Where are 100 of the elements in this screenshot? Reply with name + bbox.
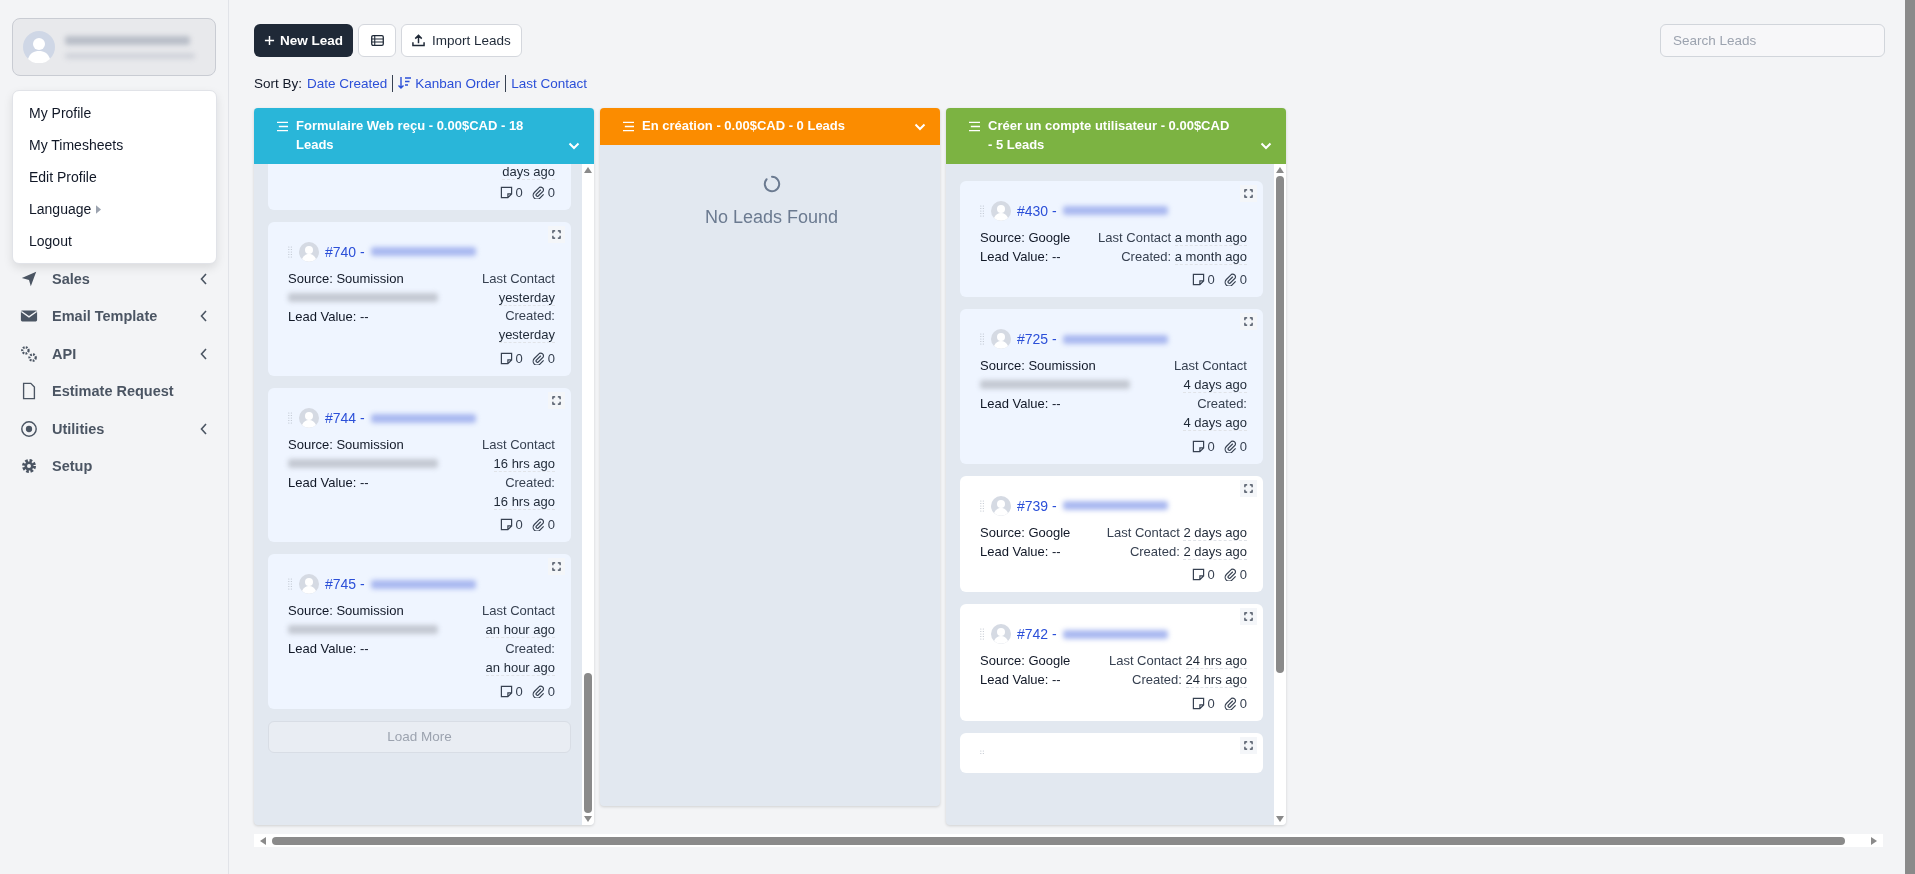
- created-time: 24 hrs ago: [1185, 672, 1247, 689]
- last-contact-time: 24 hrs ago: [1185, 653, 1247, 670]
- chevron-down-icon: [914, 122, 926, 131]
- profile-card[interactable]: [12, 18, 216, 76]
- expand-icon[interactable]: [1240, 608, 1257, 626]
- menu-item[interactable]: Edit Profile: [29, 169, 97, 185]
- plus-icon: [264, 35, 275, 46]
- paper-plane-icon: [20, 269, 38, 288]
- drag-handle-icon[interactable]: [980, 498, 985, 513]
- sidebar-item[interactable]: Email Template: [12, 297, 216, 335]
- new-lead-button[interactable]: New Lead: [254, 24, 354, 57]
- attachments-count: 0: [547, 517, 555, 533]
- lead-source: Source: Soumission: [288, 602, 405, 621]
- last-contact-label: Last Contact: [1106, 524, 1180, 540]
- vertical-scrollbar[interactable]: [582, 163, 594, 825]
- scroll-down-arrow-icon[interactable]: [1276, 816, 1284, 822]
- page-scrollbar[interactable]: [1905, 0, 1915, 874]
- expand-icon[interactable]: [1240, 737, 1257, 755]
- menu-item[interactable]: Language: [29, 201, 102, 217]
- loading-spinner-icon: [762, 174, 781, 193]
- drag-handle-icon[interactable]: [288, 411, 293, 426]
- sidebar-item[interactable]: API: [12, 335, 216, 373]
- note-icon: [1191, 273, 1205, 287]
- caret-icon: [96, 205, 102, 214]
- lead-card[interactable]: #430 - Source: Google Lead Value: -- Last Contact a month ago Created: a month ago 0 0: [960, 180, 1263, 298]
- lead-link[interactable]: #430 -: [1017, 202, 1057, 219]
- lead-link[interactable]: #744 -: [325, 410, 365, 427]
- drag-handle-icon[interactable]: [288, 244, 293, 259]
- created-label: Created:: [505, 474, 555, 490]
- search-field[interactable]: Search Leads: [1660, 24, 1885, 57]
- notes-count: 0: [1207, 272, 1215, 288]
- last-contact-time: 2 days ago: [1183, 524, 1247, 541]
- scroll-right-arrow-icon[interactable]: [1871, 836, 1877, 845]
- notes-count: 0: [515, 683, 523, 699]
- notes-count: 0: [1207, 696, 1215, 712]
- created-time: 16 hrs ago: [493, 493, 555, 510]
- note-icon: [1191, 439, 1205, 453]
- created-time: yesterday: [498, 327, 555, 344]
- lead-card[interactable]: #745 - Source: Soumission Lead Value: -- Last Contact an hour ago Created: an hour ago 0 0: [268, 554, 571, 709]
- list-view-button[interactable]: [358, 24, 397, 57]
- scroll-up-arrow-icon[interactable]: [1276, 166, 1284, 173]
- lead-link[interactable]: #739 -: [1017, 497, 1057, 514]
- note-icon: [499, 185, 513, 199]
- attachments-count: 0: [1239, 438, 1247, 454]
- lead-card[interactable]: #739 - Source: Google Lead Value: -- Last Contact 2 days ago Created: 2 days ago 0 0: [960, 475, 1263, 593]
- drag-handle-icon[interactable]: [980, 332, 985, 347]
- sidebar-item[interactable]: Sales: [12, 260, 216, 298]
- lead-source: Source: Soumission: [288, 436, 405, 455]
- menu-item[interactable]: My Profile: [29, 105, 92, 121]
- lead-card[interactable]: #725 - Source: Soumission Lead Value: -- Last Contact 4 days ago Created: 4 days ago 0 0: [960, 309, 1263, 464]
- lead-link[interactable]: #740 -: [325, 243, 365, 260]
- sidebar-item[interactable]: Utilities: [12, 410, 216, 448]
- menu-item[interactable]: My Timesheets: [29, 137, 124, 153]
- menu-icon: [276, 121, 289, 132]
- scrollbar-thumb[interactable]: [584, 672, 592, 813]
- scroll-left-arrow-icon[interactable]: [260, 836, 266, 845]
- scroll-down-arrow-icon[interactable]: [584, 816, 592, 822]
- drag-handle-icon[interactable]: [980, 627, 985, 642]
- lead-link[interactable]: #745 -: [325, 576, 365, 593]
- table-icon: [370, 35, 384, 46]
- sidebar-item[interactable]: Setup: [12, 447, 216, 485]
- sort-option-link[interactable]: Date Created: [307, 75, 388, 91]
- lead-link[interactable]: #725 -: [1017, 331, 1057, 348]
- upload-icon: [412, 34, 426, 47]
- expand-icon[interactable]: [1240, 184, 1257, 202]
- paperclip-icon: [1223, 697, 1237, 711]
- lead-card[interactable]: #744 - Source: Soumission Lead Value: -- Last Contact 16 hrs ago Created: 16 hrs ago 0 0: [268, 388, 571, 543]
- lead-link[interactable]: #742 -: [1017, 626, 1057, 643]
- lead-card[interactable]: #740 - Source: Soumission Lead Value: -- Last Contact yesterday Created: yesterday 0 0: [268, 221, 571, 377]
- expand-icon[interactable]: [548, 558, 565, 576]
- scroll-up-arrow-icon[interactable]: [584, 166, 592, 173]
- lead-card[interactable]: days ago 0 0: [268, 163, 571, 210]
- drag-handle-icon[interactable]: [980, 203, 985, 218]
- expand-icon[interactable]: [548, 225, 565, 243]
- sort-option-link[interactable]: Kanban Order: [398, 75, 501, 91]
- expand-icon[interactable]: [1240, 313, 1257, 331]
- lead-card[interactable]: #742 - Source: Google Lead Value: -- Last Contact 24 hrs ago Created: 24 hrs ago 0 0: [960, 604, 1263, 722]
- import-leads-button[interactable]: Import Leads: [401, 24, 522, 57]
- vertical-scrollbar[interactable]: [1274, 163, 1286, 825]
- paperclip-icon: [531, 185, 545, 199]
- horizontal-scrollbar[interactable]: [254, 834, 1883, 847]
- drag-handle-icon[interactable]: [288, 577, 293, 592]
- avatar-icon: [299, 408, 319, 429]
- lead-source: Source: Google: [980, 228, 1071, 247]
- expand-icon[interactable]: [1240, 479, 1257, 497]
- lead-value: Lead Value: --: [288, 307, 370, 326]
- column-title: Formulaire Web reçu - 0.00$CAD - 18 Leads: [296, 117, 525, 154]
- expand-icon[interactable]: [548, 392, 565, 410]
- sidebar-item[interactable]: Estimate Request: [12, 372, 216, 410]
- lead-source: Source: Google: [980, 652, 1071, 671]
- lead-value: Lead Value: --: [980, 542, 1062, 561]
- sort-option-link[interactable]: Last Contact: [511, 75, 587, 91]
- scrollbar-thumb[interactable]: [1276, 175, 1284, 673]
- created-label: Created:: [1132, 672, 1182, 688]
- lead-value: Lead Value: --: [980, 247, 1062, 266]
- attachments-count: 0: [1239, 272, 1247, 288]
- menu-item[interactable]: Logout: [29, 233, 72, 249]
- created-time: an hour ago: [485, 659, 555, 676]
- paperclip-icon: [531, 352, 545, 366]
- last-contact-time: 4 days ago: [1183, 377, 1247, 394]
